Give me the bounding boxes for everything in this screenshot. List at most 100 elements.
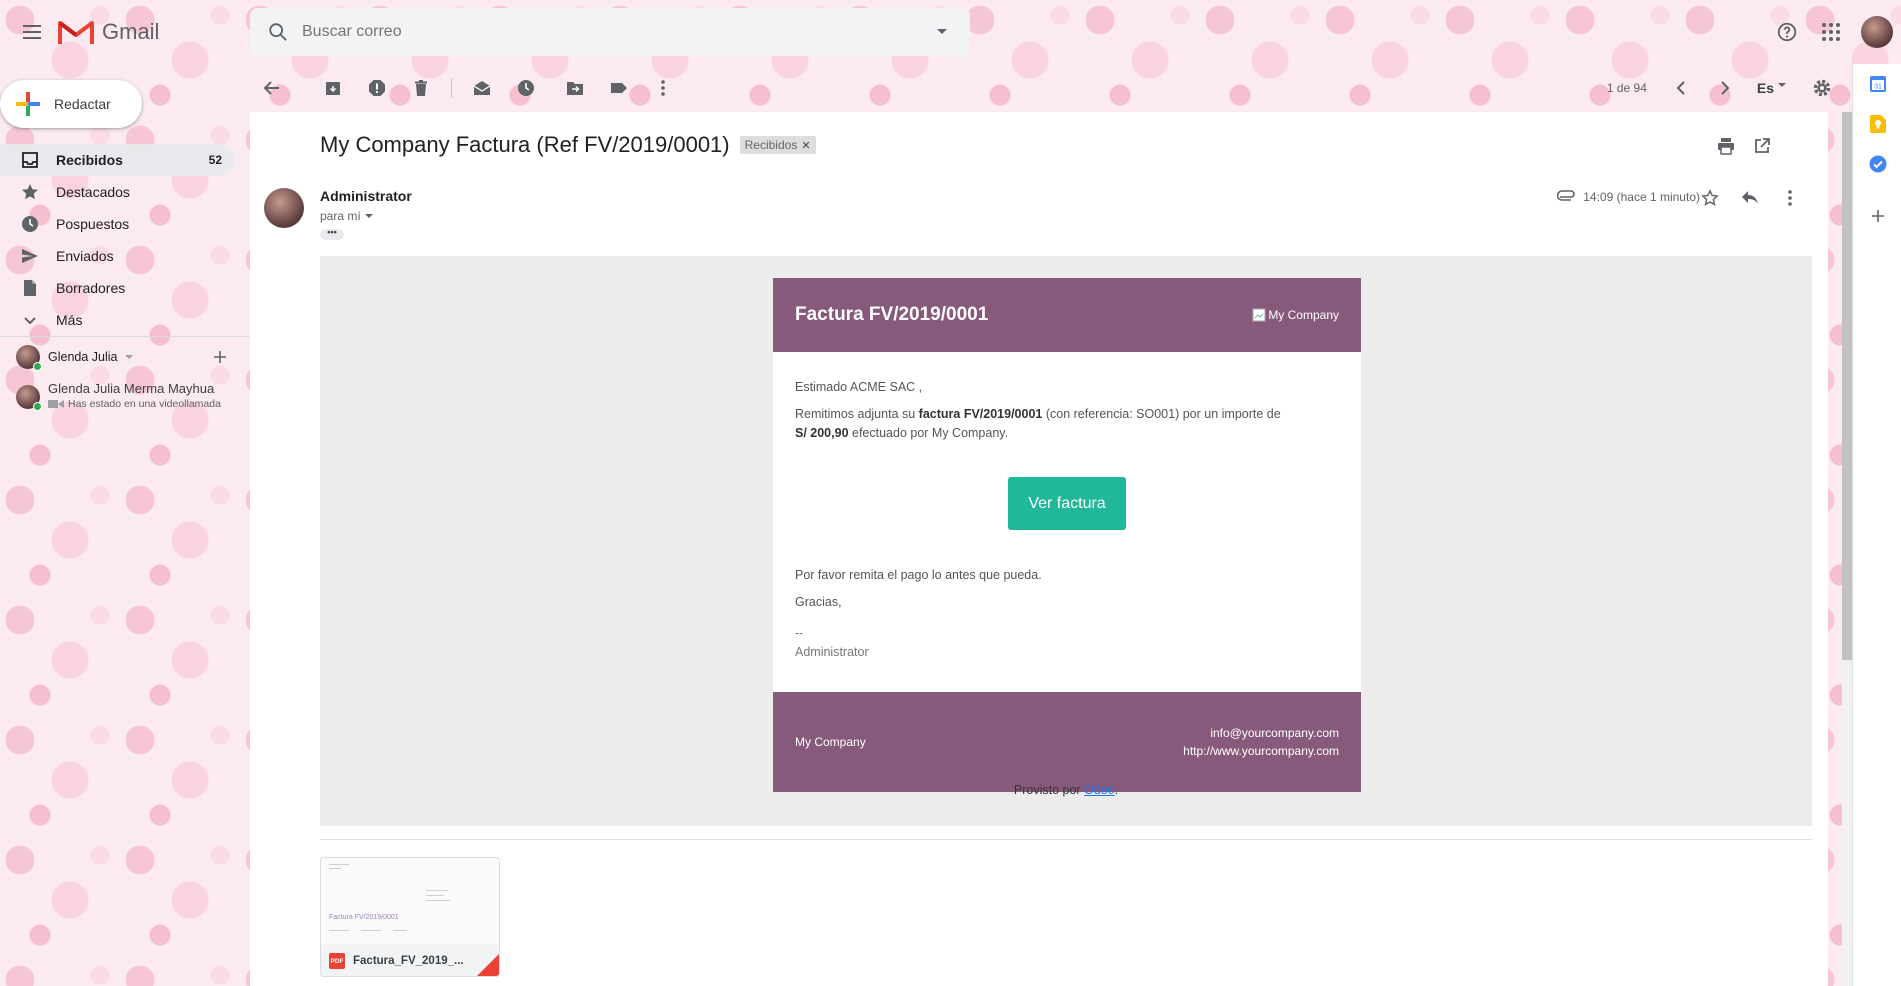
invoice-footer: My Company info@yourcompany.com http://w…	[773, 692, 1361, 792]
print-icon[interactable]	[1708, 134, 1744, 158]
gmail-m-icon	[58, 21, 94, 44]
sidebar: Redactar Recibidos 52 Destacados Pospues…	[0, 64, 250, 986]
move-to-folder-icon[interactable]	[553, 66, 597, 110]
more-options-vertical-icon[interactable]	[1770, 184, 1810, 212]
show-trimmed-content-icon[interactable]: •••	[320, 228, 344, 240]
hangouts-contact[interactable]: Glenda Julia Merma Mayhua Has estado en …	[0, 381, 250, 411]
back-arrow-icon[interactable]	[250, 66, 294, 110]
sidebar-item-drafts[interactable]: Borradores	[0, 272, 234, 304]
search-options-dropdown-icon[interactable]	[922, 12, 962, 52]
payment-request: Por favor remita el pago lo antes que pu…	[795, 568, 1042, 582]
preview-line	[361, 930, 381, 931]
video-camera-icon	[48, 400, 64, 408]
star-icon	[22, 184, 38, 200]
sidebar-item-inbox[interactable]: Recibidos 52	[0, 144, 234, 176]
caret-down-icon	[364, 213, 373, 218]
add-contact-plus-icon[interactable]	[210, 347, 230, 367]
apps-grid-icon[interactable]	[1809, 10, 1853, 54]
inbox-label-chip[interactable]: Recibidos ✕	[739, 136, 816, 154]
avatar	[16, 385, 42, 411]
invoice-body: Estimado ACME SAC , Remitimos adjunta su…	[773, 352, 1361, 692]
preview-line	[426, 895, 444, 896]
invoice-amount: S/ 200,90	[795, 426, 849, 440]
remove-label-close-icon[interactable]: ✕	[801, 139, 810, 152]
input-language-selector[interactable]: Es	[1757, 80, 1786, 96]
preview-line	[329, 868, 341, 869]
preview-line	[329, 864, 349, 865]
get-addons-plus-icon[interactable]	[1853, 196, 1901, 236]
sidebar-item-starred[interactable]: Destacados	[0, 176, 234, 208]
sidebar-item-more[interactable]: Más	[0, 304, 234, 336]
view-invoice-button[interactable]: Ver factura	[1008, 477, 1126, 530]
preview-line	[426, 900, 450, 901]
snooze-clock-icon[interactable]	[504, 66, 548, 110]
main-menu-icon[interactable]	[12, 12, 52, 52]
footer-email-link[interactable]: info@yourcompany.com	[1183, 724, 1339, 742]
signature-name: Administrator	[795, 645, 869, 659]
tasks-check-icon[interactable]	[1853, 144, 1901, 184]
contact-status: Has estado en una videollamada	[48, 398, 221, 410]
older-chevron-right-icon[interactable]	[1703, 66, 1747, 110]
pdf-attachment[interactable]: Factura FV/2019/0001 PDF Factura_FV_2019…	[320, 857, 500, 977]
divider	[451, 78, 452, 98]
app-title: Gmail	[102, 19, 160, 44]
text-run: .	[1114, 783, 1119, 797]
side-panel: 31	[1852, 64, 1901, 986]
calendar-icon[interactable]: 31	[1853, 64, 1901, 104]
scrollbar[interactable]	[1842, 112, 1852, 986]
hangouts-user[interactable]: Glenda Julia	[0, 337, 250, 377]
unread-count: 52	[208, 153, 222, 167]
newer-chevron-left-icon[interactable]	[1659, 66, 1703, 110]
label-tag-icon[interactable]	[597, 66, 641, 110]
gmail-logo[interactable]: Gmail	[58, 16, 159, 48]
avatar	[16, 345, 42, 371]
clock-icon	[22, 216, 38, 232]
odoo-link[interactable]: Odoo	[1084, 783, 1115, 797]
recipients-details[interactable]: para mí	[320, 209, 412, 223]
reply-arrow-icon[interactable]	[1730, 184, 1770, 212]
inbox-icon	[22, 152, 38, 168]
search-bar[interactable]	[250, 8, 970, 56]
sender-block: Administrator para mí •••	[320, 188, 412, 240]
sidebar-item-label: Pospuestos	[56, 216, 130, 232]
keep-bulb-icon[interactable]	[1853, 104, 1901, 144]
invoice-paragraph: Remitimos adjunta su factura FV/2019/000…	[795, 405, 1339, 443]
archive-icon[interactable]	[311, 66, 355, 110]
compose-button[interactable]: Redactar	[0, 80, 142, 128]
report-spam-icon[interactable]	[355, 66, 399, 110]
pdf-file-icon: PDF	[329, 953, 345, 969]
delete-trash-icon[interactable]	[399, 66, 443, 110]
search-icon[interactable]	[254, 8, 302, 56]
divider	[302, 78, 303, 98]
divider	[320, 839, 1812, 840]
hangouts-user-name: Glenda Julia	[48, 350, 118, 364]
caret-down-icon[interactable]	[124, 354, 134, 360]
message-time: 14:09 (hace 1 minuto)	[1583, 190, 1700, 204]
more-options-vertical-icon[interactable]	[641, 66, 685, 110]
sidebar-item-snoozed[interactable]: Pospuestos	[0, 208, 234, 240]
sidebar-item-sent[interactable]: Enviados	[0, 240, 234, 272]
help-icon[interactable]	[1765, 10, 1809, 54]
thanks: Gracias,	[795, 595, 842, 609]
search-input[interactable]	[302, 23, 922, 41]
settings-gear-icon[interactable]	[1800, 66, 1844, 110]
caret-down-icon	[1778, 82, 1786, 87]
attachment-preview: Factura FV/2019/0001	[321, 858, 499, 944]
sender-avatar	[264, 188, 304, 228]
scrollbar-thumb[interactable]	[1842, 112, 1852, 660]
account-avatar[interactable]	[1861, 16, 1893, 48]
sidebar-item-label: Destacados	[56, 184, 130, 200]
pagination-count: 1 de 94	[1606, 81, 1647, 95]
footer-website-link[interactable]: http://www.yourcompany.com	[1183, 742, 1339, 760]
star-outline-icon[interactable]	[1690, 184, 1730, 212]
message-toolbar: 1 de 94 Es	[250, 64, 1852, 112]
draft-file-icon	[24, 280, 36, 296]
mark-as-unread-icon[interactable]	[460, 66, 504, 110]
sender-name[interactable]: Administrator	[320, 188, 412, 204]
signature-separator: --	[795, 626, 804, 640]
folder-nav: Recibidos 52 Destacados Pospuestos Envia…	[0, 144, 234, 336]
logo-alt-text: My Company	[1268, 308, 1339, 322]
open-in-new-window-icon[interactable]	[1744, 134, 1780, 158]
divider	[550, 78, 551, 98]
contact-status-text: Has estado en una videollamada	[68, 398, 221, 410]
